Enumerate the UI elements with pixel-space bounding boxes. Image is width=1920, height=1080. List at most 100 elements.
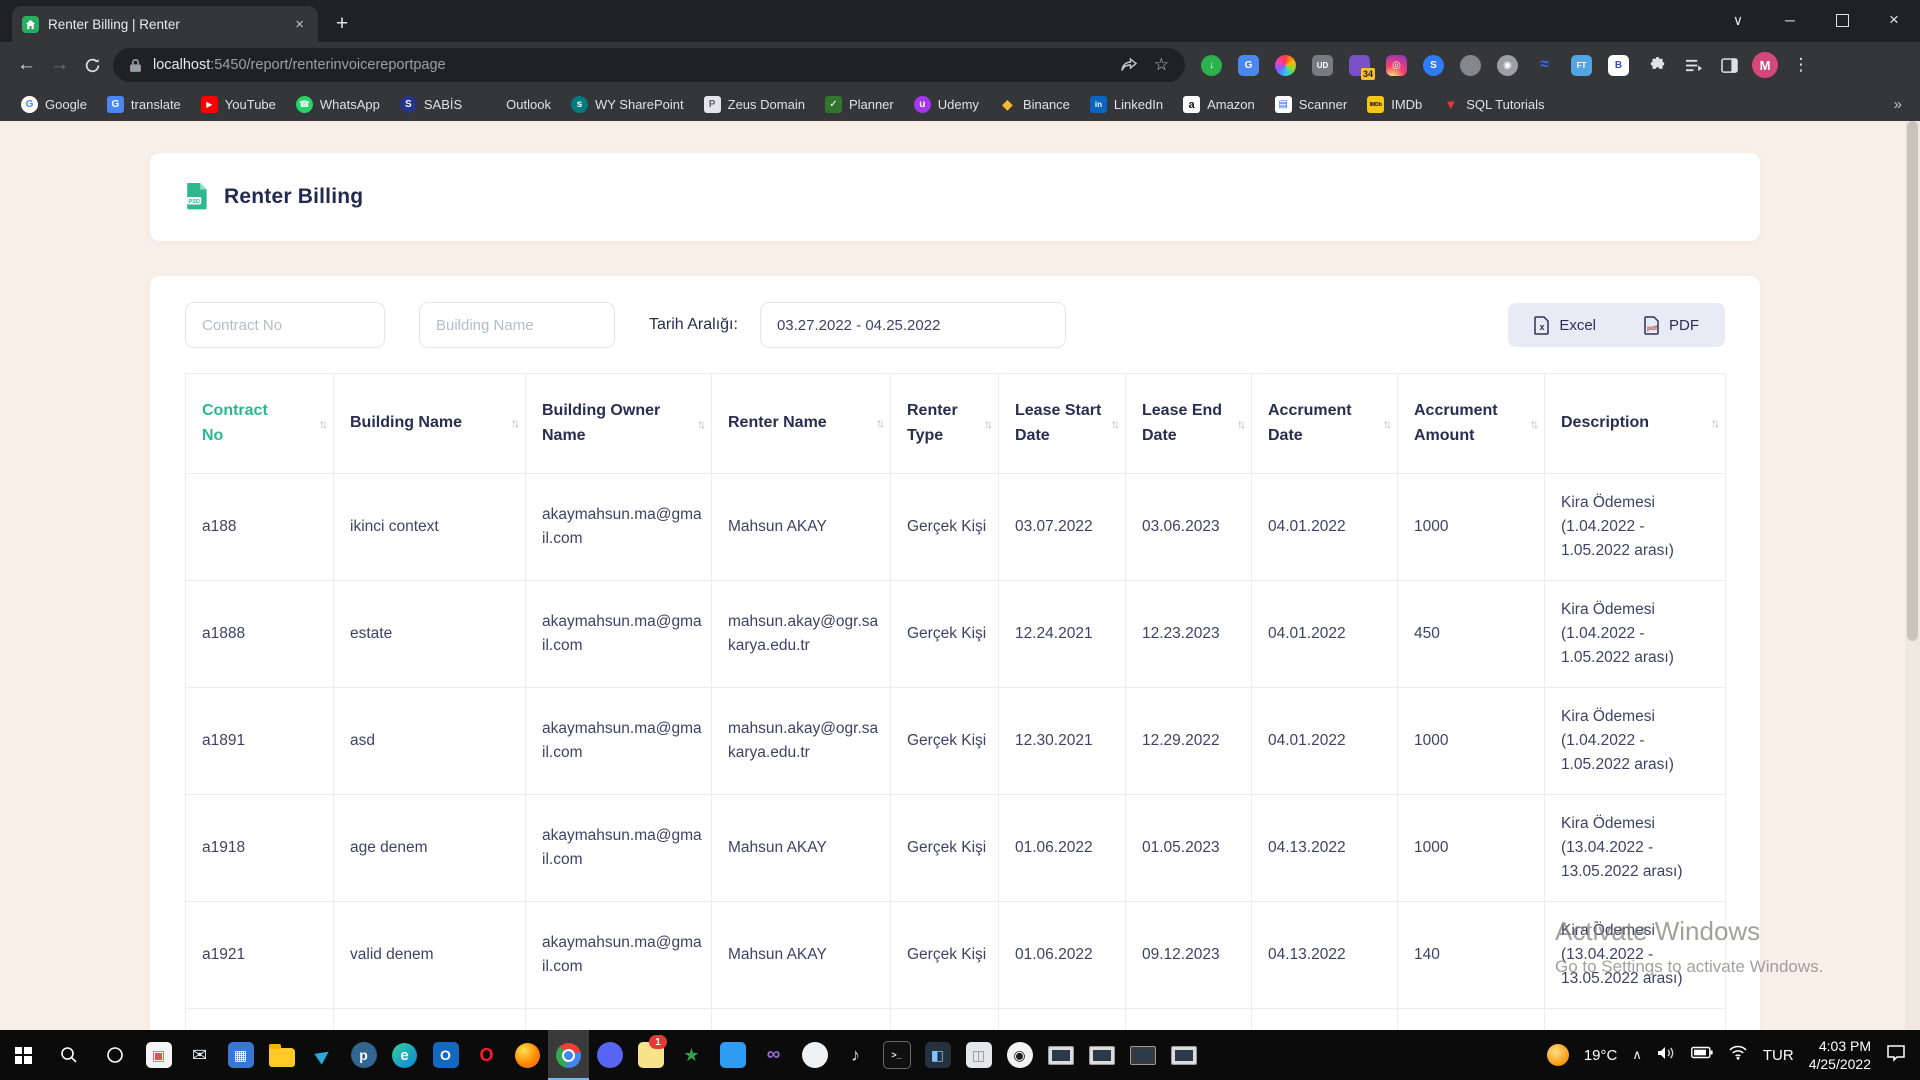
ud-shield-icon[interactable]: UD [1304,49,1341,82]
date-range-input[interactable] [760,302,1066,348]
lock-icon[interactable] [129,58,142,73]
new-tab-button[interactable]: + [327,9,357,39]
sort-arrows-icon[interactable]: ↑↓ [1530,417,1536,431]
contract-no-input[interactable] [185,302,385,348]
football-app-icon[interactable]: ◉ [999,1030,1040,1080]
monitor-app-icon-3[interactable] [1122,1030,1163,1080]
visual-studio-app-icon[interactable]: ∞ [753,1030,794,1080]
tab-search-icon[interactable]: ∨ [1712,0,1764,40]
reload-button[interactable] [76,49,109,82]
terminal-app-icon[interactable]: >_ [876,1030,917,1080]
opera-app-icon[interactable]: O [466,1030,507,1080]
translate-ext-icon[interactable]: G [1230,49,1267,82]
shield-icon[interactable] [1452,49,1489,82]
sort-arrows-icon[interactable]: ↑↓ [319,417,325,431]
action-center-icon[interactable] [1886,1044,1906,1067]
column-header-accrument-amount[interactable]: Accrument Amount↑↓ [1398,374,1545,474]
wave-icon[interactable]: ≈ [1526,49,1563,82]
tomcat-app-icon[interactable]: 1 [630,1030,671,1080]
wifi-icon[interactable] [1728,1045,1748,1065]
scrollbar-thumb[interactable] [1907,121,1918,641]
bookmark-amazon[interactable]: aAmazon [1174,93,1264,116]
extensions-puzzle-icon[interactable] [1639,49,1675,82]
address-bar[interactable]: localhost:5450/report/renterinvoicerepor… [113,48,1185,82]
outlook-app-icon[interactable]: O [425,1030,466,1080]
weather-sun-icon[interactable] [1547,1044,1569,1066]
weather-temp[interactable]: 19°C [1584,1047,1618,1064]
music-app-icon[interactable]: ♪ [835,1030,876,1080]
sort-arrows-icon[interactable]: ↑↓ [1383,417,1389,431]
share-icon[interactable] [1120,57,1138,73]
notes-app-icon[interactable]: ▣ [138,1030,179,1080]
calculator-app-icon[interactable]: ▦ [220,1030,261,1080]
sort-arrows-icon[interactable]: ↑↓ [1237,417,1243,431]
sort-arrows-icon[interactable]: ↑↓ [984,417,990,431]
camera-icon[interactable]: ◉ [1489,49,1526,82]
column-header-contract-no[interactable]: Contract No↑↓ [186,374,334,474]
sort-arrows-icon[interactable]: ↑↓ [1111,417,1117,431]
back-button[interactable]: ← [10,49,43,82]
bookmark-binance[interactable]: ◆Binance [990,93,1079,116]
excel-export-button[interactable]: x Excel [1528,315,1602,336]
bookmark-udemy[interactable]: uUdemy [905,93,988,116]
column-header-lease-start-date[interactable]: Lease Start Date↑↓ [999,374,1126,474]
idm-icon[interactable]: ↓ [1193,49,1230,82]
maximize-button[interactable] [1816,0,1868,40]
building-name-input[interactable] [419,302,615,348]
bookmark-google[interactable]: GGoogle [12,93,96,116]
start-button[interactable] [0,1030,46,1080]
forward-button[interactable]: → [43,49,76,82]
monitor-app-icon-4[interactable] [1163,1030,1204,1080]
bookmark-outlook[interactable]: Outlook [473,93,560,116]
ball-app-icon[interactable] [794,1030,835,1080]
browser-tab[interactable]: Renter Billing | Renter × [12,6,318,42]
shazam-icon[interactable]: S [1415,49,1452,82]
close-button[interactable]: × [1868,0,1920,40]
language-indicator[interactable]: TUR [1763,1047,1794,1064]
media-list-icon[interactable] [1675,49,1711,82]
bitly-icon[interactable]: B [1600,49,1637,82]
bookmark-zeus-domain[interactable]: PZeus Domain [695,93,814,116]
vscode-app-icon[interactable] [712,1030,753,1080]
taskbar-search-icon[interactable] [46,1030,92,1080]
tab-close-icon[interactable]: × [291,15,308,34]
volume-icon[interactable] [1657,1045,1676,1066]
file-explorer-icon[interactable] [261,1030,302,1080]
sharex-app-icon[interactable]: ★ [671,1030,712,1080]
profile-avatar[interactable]: M [1747,49,1783,82]
bookmark-star-icon[interactable]: ☆ [1154,55,1169,75]
column-header-lease-end-date[interactable]: Lease End Date↑↓ [1126,374,1252,474]
color-picker-icon[interactable] [1267,49,1304,82]
bookmark-sql-tutorials[interactable]: ▼SQL Tutorials [1433,93,1553,116]
bookmark-linkedin[interactable]: inLinkedIn [1081,93,1172,116]
edge-app-icon[interactable]: e [384,1030,425,1080]
firefox-app-icon[interactable] [507,1030,548,1080]
purple-app-icon[interactable]: 34 [1341,49,1378,82]
column-header-renter-name[interactable]: Renter Name↑↓ [712,374,891,474]
photos-app-icon[interactable]: ◧ [917,1030,958,1080]
page-scrollbar[interactable] [1905,121,1920,1030]
taskbar-clock[interactable]: 4:03 PM 4/25/2022 [1809,1037,1871,1073]
bookmark-sabi-s[interactable]: SSABİS [391,93,471,116]
bookmark-translate[interactable]: Gtranslate [98,93,190,116]
paint-app-icon[interactable]: ◫ [958,1030,999,1080]
column-header-building-owner-name[interactable]: Building Owner Name↑↓ [526,374,712,474]
discord-app-icon[interactable] [589,1030,630,1080]
pgadmin-app-icon[interactable]: p [343,1030,384,1080]
instagram-icon[interactable]: ◎ [1378,49,1415,82]
column-header-building-name[interactable]: Building Name↑↓ [334,374,526,474]
bookmark-whatsapp[interactable]: ☎WhatsApp [287,93,389,116]
minimize-button[interactable]: ─ [1764,0,1816,40]
column-header-accrument-date[interactable]: Accrument Date↑↓ [1252,374,1398,474]
pdf-export-button[interactable]: pdf PDF [1638,315,1705,336]
sort-arrows-icon[interactable]: ↑↓ [697,417,703,431]
sort-arrows-icon[interactable]: ↑↓ [876,416,882,430]
bookmark-youtube[interactable]: ▶YouTube [192,93,285,116]
bookmark-scanner[interactable]: ▤Scanner [1266,93,1356,116]
sort-arrows-icon[interactable]: ↑↓ [511,416,517,430]
sort-arrows-icon[interactable]: ↑↓ [1711,416,1717,430]
cortana-icon[interactable] [92,1030,138,1080]
tray-chevron-icon[interactable]: ∧ [1632,1047,1642,1063]
battery-icon[interactable] [1691,1046,1713,1064]
browser-menu-icon[interactable]: ⋮ [1783,49,1819,82]
